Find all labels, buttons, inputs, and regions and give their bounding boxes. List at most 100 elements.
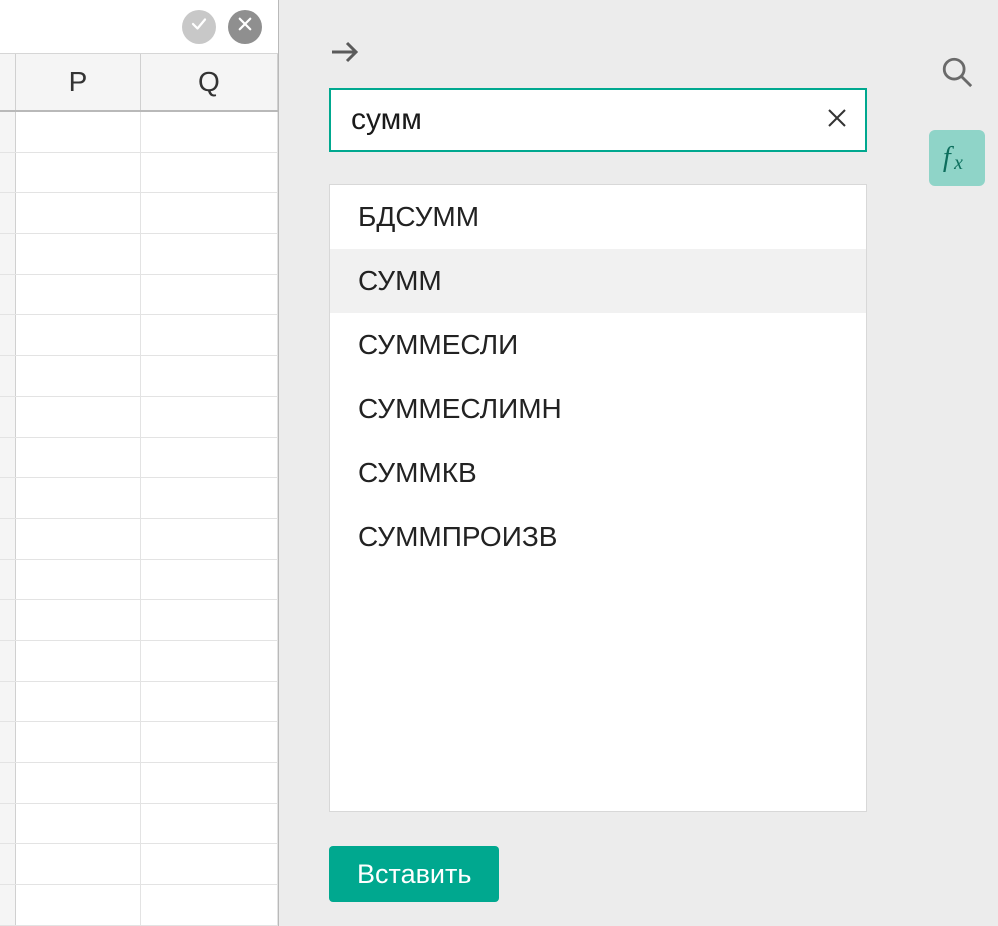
cell[interactable] [16,641,141,681]
cell[interactable] [16,600,141,640]
row-header[interactable] [0,153,16,193]
row-header[interactable] [0,275,16,315]
cell[interactable] [16,193,141,233]
grid-row [0,844,278,885]
row-header[interactable] [0,682,16,722]
row-header[interactable] [0,885,16,925]
grid-row [0,560,278,601]
collapse-panel-button[interactable] [329,38,361,70]
cell[interactable] [16,844,141,884]
function-result-item[interactable]: СУММЕСЛИ [330,313,866,377]
search-icon [940,55,974,94]
formula-bar [0,0,278,54]
cell[interactable] [141,153,278,193]
row-header[interactable] [0,519,16,559]
cell[interactable] [16,234,141,274]
row-header[interactable] [0,356,16,396]
cell[interactable] [16,315,141,355]
cell[interactable] [16,397,141,437]
cell[interactable] [141,641,278,681]
function-panel: БДСУММ СУММ СУММЕСЛИ СУММЕСЛИМН СУММКВ С… [278,0,998,926]
cell[interactable] [141,763,278,803]
row-header[interactable] [0,193,16,233]
grid-row [0,722,278,763]
cell[interactable] [16,112,141,152]
cell[interactable] [141,885,278,925]
grid-rows [0,112,278,926]
function-results-list: БДСУММ СУММ СУММЕСЛИ СУММЕСЛИМН СУММКВ С… [329,184,867,812]
cell[interactable] [16,560,141,600]
cell[interactable] [141,438,278,478]
grid-row [0,193,278,234]
cell[interactable] [16,763,141,803]
cell[interactable] [141,804,278,844]
cell[interactable] [141,560,278,600]
function-result-item[interactable]: СУММ [330,249,866,313]
row-header[interactable] [0,641,16,681]
grid-row [0,885,278,926]
fx-icon: f x [940,139,974,178]
cell[interactable] [16,153,141,193]
row-header[interactable] [0,763,16,803]
cell[interactable] [16,804,141,844]
cell[interactable] [141,275,278,315]
row-header[interactable] [0,438,16,478]
grid-row [0,315,278,356]
cell[interactable] [141,397,278,437]
row-header[interactable] [0,397,16,437]
cell[interactable] [16,438,141,478]
cell[interactable] [16,722,141,762]
cell[interactable] [16,478,141,518]
function-result-item[interactable]: БДСУММ [330,185,866,249]
cell[interactable] [16,356,141,396]
row-header[interactable] [0,234,16,274]
spreadsheet-fragment: P Q [0,0,278,926]
function-result-item[interactable]: СУММКВ [330,441,866,505]
svg-text:f: f [943,141,955,172]
function-result-item[interactable]: СУММПРОИЗВ [330,505,866,569]
row-header-gutter[interactable] [0,54,16,110]
cell[interactable] [141,844,278,884]
column-header-p[interactable]: P [16,54,141,110]
check-icon [190,15,208,38]
cell[interactable] [141,478,278,518]
cell[interactable] [141,193,278,233]
cell[interactable] [141,519,278,559]
clear-search-button[interactable] [823,106,851,134]
row-header[interactable] [0,478,16,518]
function-search-input[interactable] [351,103,809,137]
cell[interactable] [141,315,278,355]
cell[interactable] [141,722,278,762]
function-result-item[interactable]: СУММЕСЛИМН [330,377,866,441]
cell[interactable] [141,234,278,274]
cell[interactable] [141,682,278,722]
cell[interactable] [16,275,141,315]
row-header[interactable] [0,112,16,152]
cell[interactable] [141,600,278,640]
svg-text:x: x [953,151,963,172]
arrow-right-icon [330,39,360,70]
grid-row [0,600,278,641]
row-header[interactable] [0,844,16,884]
cell[interactable] [16,885,141,925]
confirm-entry-button[interactable] [182,10,216,44]
cell[interactable] [16,519,141,559]
grid-row [0,641,278,682]
row-header[interactable] [0,315,16,355]
row-header[interactable] [0,600,16,640]
cell[interactable] [141,112,278,152]
row-header[interactable] [0,722,16,762]
grid-row [0,804,278,845]
x-icon [236,15,254,38]
cell[interactable] [141,356,278,396]
cell[interactable] [16,682,141,722]
row-header[interactable] [0,804,16,844]
grid-row [0,763,278,804]
cancel-entry-button[interactable] [228,10,262,44]
insert-function-button[interactable]: Вставить [329,846,499,902]
search-tool-button[interactable] [929,46,985,102]
grid-row [0,112,278,153]
column-header-q[interactable]: Q [141,54,278,110]
row-header[interactable] [0,560,16,600]
function-tool-button[interactable]: f x [929,130,985,186]
